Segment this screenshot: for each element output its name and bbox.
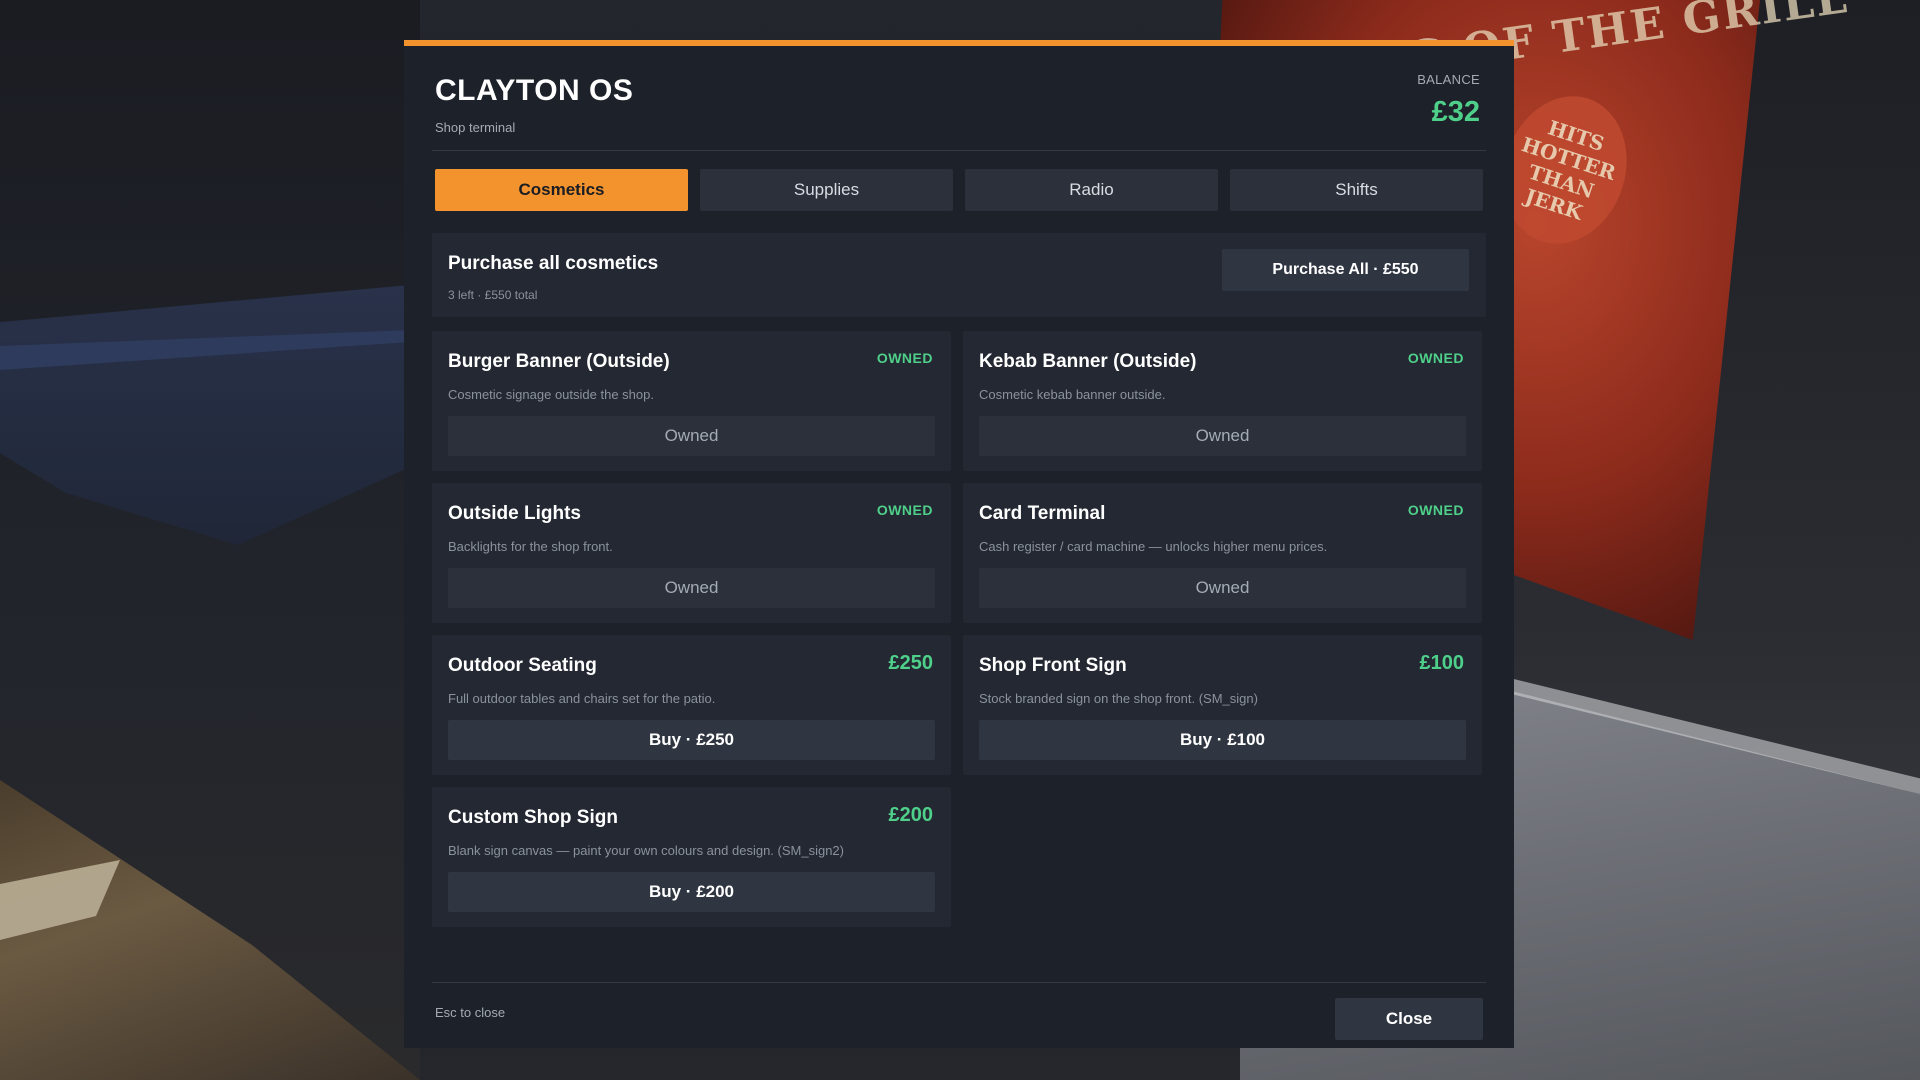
purchase-all-panel: Purchase all cosmetics 3 left · £550 tot… xyxy=(432,233,1486,317)
item-description: Cosmetic signage outside the shop. xyxy=(448,387,654,402)
item-price: £100 xyxy=(1419,652,1465,674)
app-subtitle: Shop terminal xyxy=(435,120,516,135)
item-title: Kebab Banner (Outside) xyxy=(979,351,1197,372)
item-title: Outside Lights xyxy=(448,503,581,524)
item-description: Cosmetic kebab banner outside. xyxy=(979,387,1166,402)
owned-badge: OWNED xyxy=(1407,350,1464,366)
item-card-outdoor-seating: Outdoor Seating £250 Full outdoor tables… xyxy=(432,635,951,775)
owned-button: Owned xyxy=(448,568,935,608)
owned-button: Owned xyxy=(979,416,1466,456)
owned-button: Owned xyxy=(448,416,935,456)
item-description: Stock branded sign on the shop front. (S… xyxy=(979,691,1258,706)
item-description: Blank sign canvas — paint your own colou… xyxy=(448,843,844,858)
esc-hint: Esc to close xyxy=(435,1005,506,1020)
close-button[interactable]: Close xyxy=(1335,998,1483,1040)
balance-value: £32 xyxy=(1431,96,1480,128)
item-card-shop-front-sign: Shop Front Sign £100 Stock branded sign … xyxy=(963,635,1482,775)
app-title: CLAYTON OS xyxy=(435,74,634,107)
item-title: Burger Banner (Outside) xyxy=(448,351,670,372)
item-description: Full outdoor tables and chairs set for t… xyxy=(448,691,716,706)
owned-badge: OWNED xyxy=(1407,502,1464,518)
buy-shop-front-sign-button[interactable]: Buy · £100 xyxy=(979,720,1466,760)
item-card-burger-banner: Burger Banner (Outside) OWNED Cosmetic s… xyxy=(432,331,951,471)
item-description: Cash register / card machine — unlocks h… xyxy=(979,539,1328,554)
shop-terminal-modal: CLAYTON OS Shop terminal BALANCE £32 Cos… xyxy=(404,40,1514,1048)
item-price: £200 xyxy=(888,804,934,826)
purchase-all-button[interactable]: Purchase All · £550 xyxy=(1222,249,1469,291)
tab-shifts[interactable]: Shifts xyxy=(1230,169,1483,211)
item-card-card-terminal: Card Terminal OWNED Cash register / card… xyxy=(963,483,1482,623)
item-title: Shop Front Sign xyxy=(979,655,1127,676)
balance-label: BALANCE xyxy=(1417,72,1480,87)
owned-badge: OWNED xyxy=(876,502,933,518)
owned-badge: OWNED xyxy=(876,350,933,366)
item-card-custom-shop-sign: Custom Shop Sign £200 Blank sign canvas … xyxy=(432,787,951,927)
item-title: Custom Shop Sign xyxy=(448,807,618,828)
buy-outdoor-seating-button[interactable]: Buy · £250 xyxy=(448,720,935,760)
item-title: Outdoor Seating xyxy=(448,655,597,676)
purchase-all-title: Purchase all cosmetics xyxy=(448,253,659,274)
item-title: Card Terminal xyxy=(979,503,1106,524)
tab-radio[interactable]: Radio xyxy=(965,169,1218,211)
modal-footer: Esc to close Close xyxy=(432,982,1486,1053)
modal-header: CLAYTON OS Shop terminal BALANCE £32 xyxy=(432,46,1486,151)
owned-button: Owned xyxy=(979,568,1466,608)
item-description: Backlights for the shop front. xyxy=(448,539,613,554)
item-card-outside-lights: Outside Lights OWNED Backlights for the … xyxy=(432,483,951,623)
item-card-kebab-banner: Kebab Banner (Outside) OWNED Cosmetic ke… xyxy=(963,331,1482,471)
purchase-all-meta: 3 left · £550 total xyxy=(448,288,538,302)
tab-supplies[interactable]: Supplies xyxy=(700,169,953,211)
item-grid: Burger Banner (Outside) OWNED Cosmetic s… xyxy=(432,331,1486,927)
buy-custom-shop-sign-button[interactable]: Buy · £200 xyxy=(448,872,935,912)
tab-cosmetics[interactable]: Cosmetics xyxy=(435,169,688,211)
tab-bar: Cosmetics Supplies Radio Shifts xyxy=(432,169,1486,211)
item-price: £250 xyxy=(888,652,934,674)
